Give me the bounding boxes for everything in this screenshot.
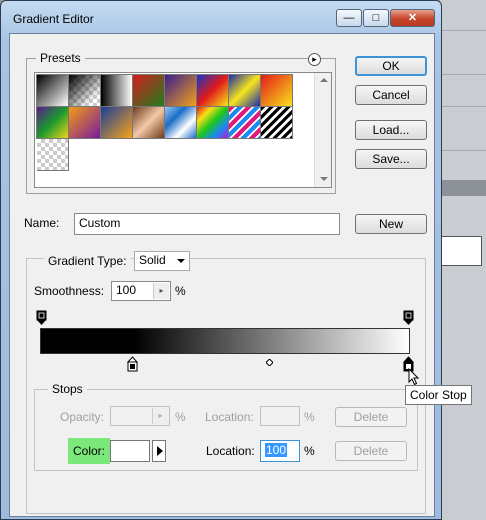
load-button[interactable]: Load... <box>355 120 427 140</box>
color-location-label: Location: <box>206 444 255 458</box>
opacity-stop-left[interactable] <box>36 310 47 326</box>
preset-swatch[interactable] <box>37 139 69 171</box>
smoothness-popup-icon[interactable]: ▸ <box>153 283 169 299</box>
gradient-type-label: Gradient Type: <box>44 254 131 268</box>
gradient-type-value: Solid <box>139 253 166 267</box>
scroll-down-icon[interactable] <box>320 177 328 181</box>
tooltip: Color Stop <box>405 385 472 405</box>
preset-swatch[interactable] <box>101 107 133 139</box>
color-label: Color: <box>68 438 110 464</box>
presets-scrollbar[interactable] <box>314 73 331 187</box>
preset-swatch[interactable] <box>69 75 101 107</box>
smoothness-label: Smoothness: <box>34 284 105 298</box>
dropdown-arrow-icon <box>177 259 185 263</box>
name-label: Name: <box>24 216 60 230</box>
gradient-editor-window: Gradient Editor — □ ✕ Presets ▸ OK Cance… <box>0 0 442 520</box>
scroll-up-icon[interactable] <box>320 78 328 82</box>
smoothness-field[interactable]: 100 ▸ <box>111 281 171 301</box>
preset-swatch[interactable] <box>37 107 69 139</box>
color-stop-black[interactable] <box>127 356 138 372</box>
color-location-field[interactable]: 100 <box>260 440 300 462</box>
window-title: Gradient Editor <box>13 12 94 26</box>
opacity-label: Opacity: <box>60 410 105 424</box>
stops-label: Stops <box>48 382 87 396</box>
smoothness-unit: % <box>175 284 186 298</box>
preset-swatch[interactable] <box>133 75 165 107</box>
opacity-location-field[interactable] <box>260 406 300 426</box>
cancel-button[interactable]: Cancel <box>355 85 427 105</box>
gradient-preview-bar[interactable] <box>40 328 410 354</box>
preset-swatch[interactable] <box>165 75 197 107</box>
opacity-delete-button[interactable]: Delete <box>335 407 407 427</box>
color-location-unit: % <box>304 444 315 458</box>
color-swatch[interactable] <box>110 440 150 462</box>
gradient-type-select[interactable]: Solid <box>134 251 190 271</box>
color-location-value: 100 <box>265 443 288 457</box>
preset-swatch[interactable] <box>229 107 261 139</box>
preset-swatch[interactable] <box>37 75 69 107</box>
smoothness-value: 100 <box>116 283 137 297</box>
opacity-unit: % <box>175 410 186 424</box>
opacity-field[interactable]: ▸ <box>110 406 170 426</box>
preset-swatch[interactable] <box>261 75 293 107</box>
maximize-button[interactable]: □ <box>363 9 389 27</box>
presets-label: Presets <box>36 51 85 65</box>
preset-swatch[interactable] <box>165 107 197 139</box>
preset-swatch[interactable] <box>229 75 261 107</box>
presets-menu-icon[interactable]: ▸ <box>308 53 321 66</box>
opacity-stop-right[interactable] <box>403 310 414 326</box>
opacity-popup-icon[interactable]: ▸ <box>152 408 168 424</box>
new-button[interactable]: New <box>355 214 427 234</box>
dialog-client-area: Presets ▸ OK Cancel Load... Save... Name… <box>9 33 435 517</box>
preset-swatch[interactable] <box>101 75 133 107</box>
name-field[interactable]: Custom <box>74 213 340 235</box>
color-menu-button[interactable] <box>152 440 166 462</box>
triangle-right-icon <box>157 446 163 456</box>
minimize-button[interactable]: — <box>336 9 362 27</box>
preset-swatch[interactable] <box>133 107 165 139</box>
preset-swatch[interactable] <box>261 107 293 139</box>
color-delete-button[interactable]: Delete <box>335 441 407 461</box>
presets-list[interactable] <box>34 72 332 188</box>
preset-swatch-grid <box>36 74 293 171</box>
preset-swatch[interactable] <box>69 107 101 139</box>
opacity-location-label: Location: <box>205 410 254 424</box>
midpoint-diamond-icon[interactable] <box>265 355 274 367</box>
opacity-location-unit: % <box>304 410 315 424</box>
background-window <box>440 0 486 520</box>
preset-swatch[interactable] <box>197 75 229 107</box>
save-button[interactable]: Save... <box>355 149 427 169</box>
preset-swatch[interactable] <box>197 107 229 139</box>
close-button[interactable]: ✕ <box>390 9 435 27</box>
ok-button[interactable]: OK <box>355 56 427 76</box>
